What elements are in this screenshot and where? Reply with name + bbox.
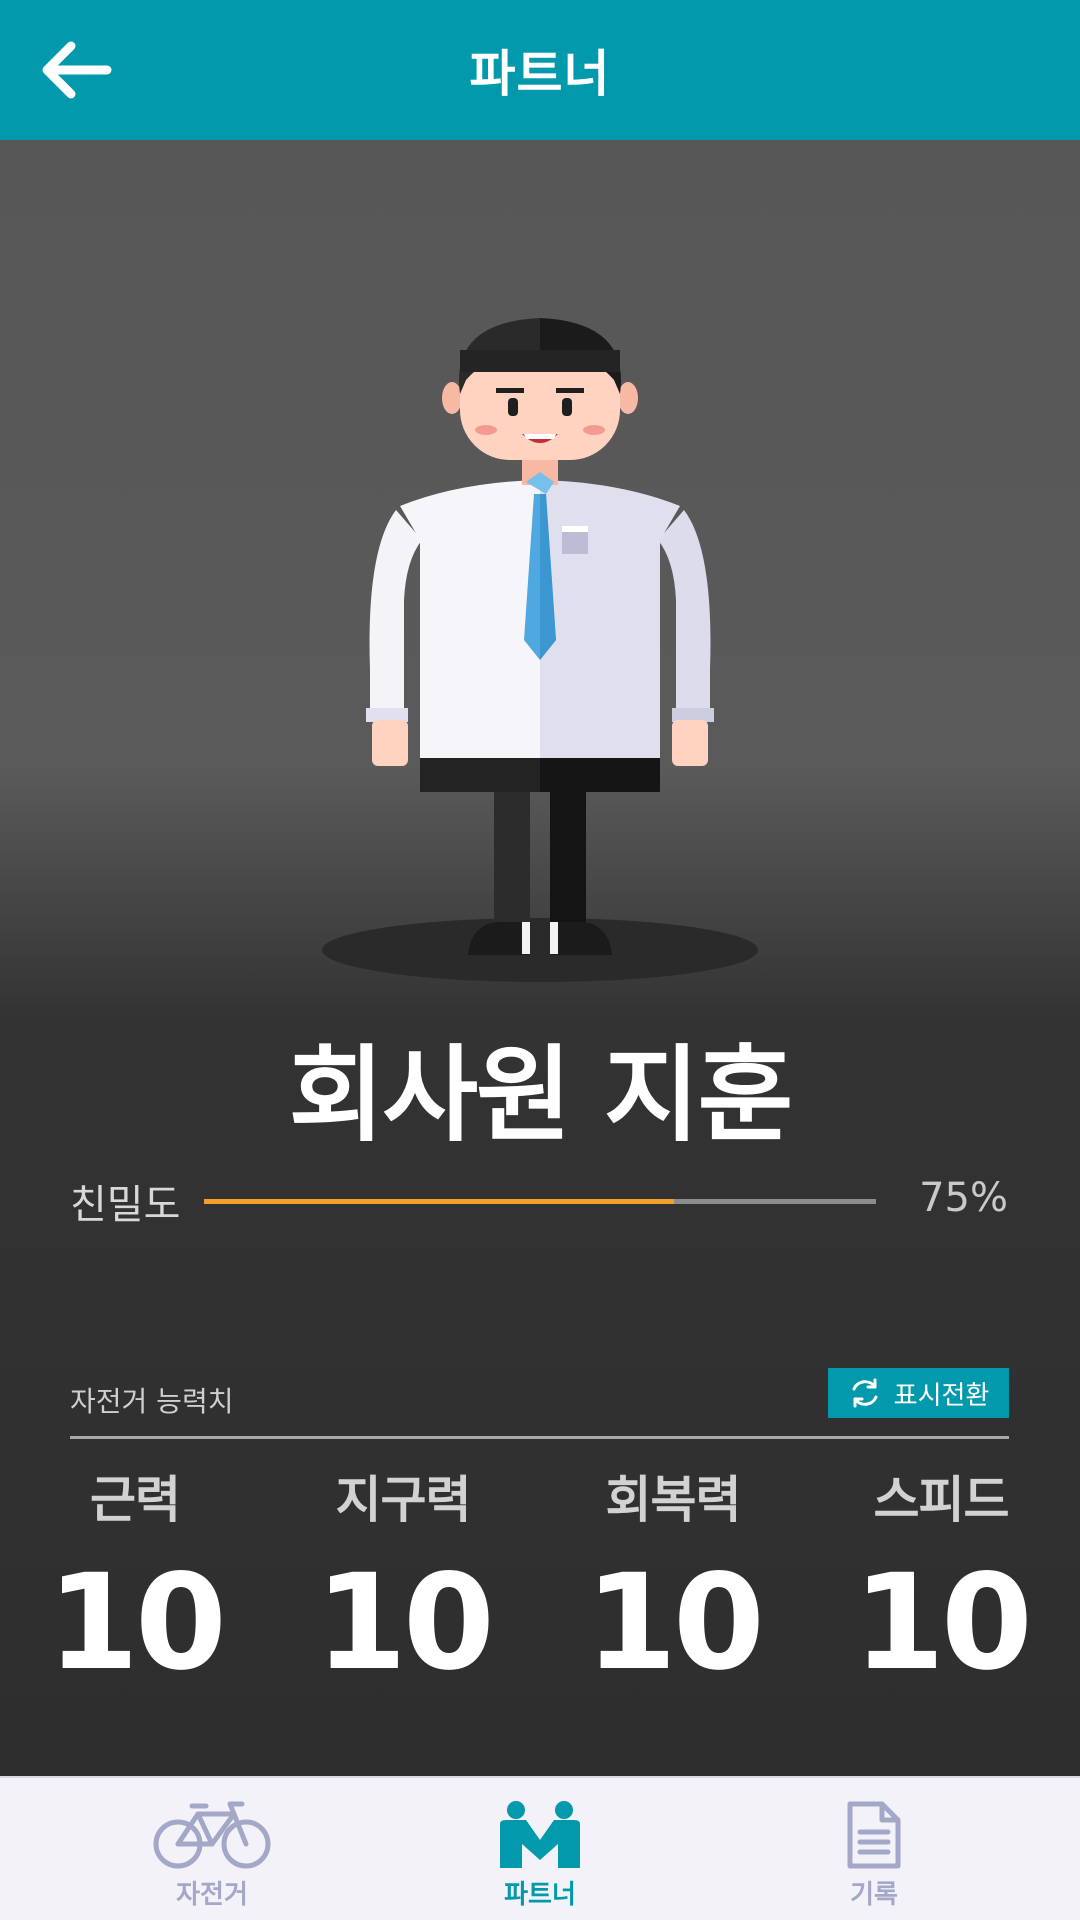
stat-value: 10 [315,1546,495,1700]
ability-divider [70,1436,1009,1439]
stat-value: 10 [853,1546,1033,1700]
nav-label-records: 기록 [850,1880,898,1910]
nav-item-bicycle[interactable]: 자전거 [112,1778,312,1920]
affinity-label: 친밀도 [70,1182,181,1228]
stat-label: 근력 [90,1471,181,1529]
affinity-progress-bar [204,1199,876,1204]
nav-item-records[interactable]: 기록 [774,1778,974,1920]
ability-section-title: 자전거 능력치 [70,1385,234,1418]
stat-recovery: 회복력 10 [558,1460,788,1700]
display-toggle-label: 표시전환 [893,1380,990,1411]
document-icon [847,1801,901,1869]
display-toggle-button[interactable]: 표시전환 [828,1368,1009,1418]
stat-value: 10 [585,1546,765,1700]
stat-speed: 스피드 10 [826,1460,1056,1700]
nav-label-bicycle: 자전거 [176,1880,248,1910]
affinity-value: 75% [919,1175,1008,1221]
stat-label: 회복력 [605,1471,742,1529]
back-button[interactable] [30,30,120,110]
page-title: 파트너 [469,45,611,103]
partner-name: 회사원 지훈 [288,1034,794,1156]
refresh-icon [852,1378,878,1408]
stat-label: 스피드 [873,1471,1010,1529]
stat-label: 지구력 [335,1471,472,1529]
bicycle-icon [153,1801,271,1869]
stat-value: 10 [47,1546,227,1700]
partners-icon [500,1801,580,1868]
bottom-navigation: 자전거 파트너 기록 [0,1776,1080,1920]
app-bar: 파트너 [0,0,1080,140]
nav-item-partner[interactable]: 파트너 [440,1778,640,1920]
arrow-left-icon [42,41,112,99]
partner-character-illustration [322,318,758,982]
affinity-progress-fill [204,1199,675,1204]
stat-strength: 근력 10 [20,1460,250,1700]
stat-endurance: 지구력 10 [288,1460,518,1700]
partner-content: 회사원 지훈 친밀도 75% 자전거 능력치 표시전환 근력 10 지구력 10… [0,140,1080,1776]
nav-label-partner: 파트너 [504,1880,576,1910]
